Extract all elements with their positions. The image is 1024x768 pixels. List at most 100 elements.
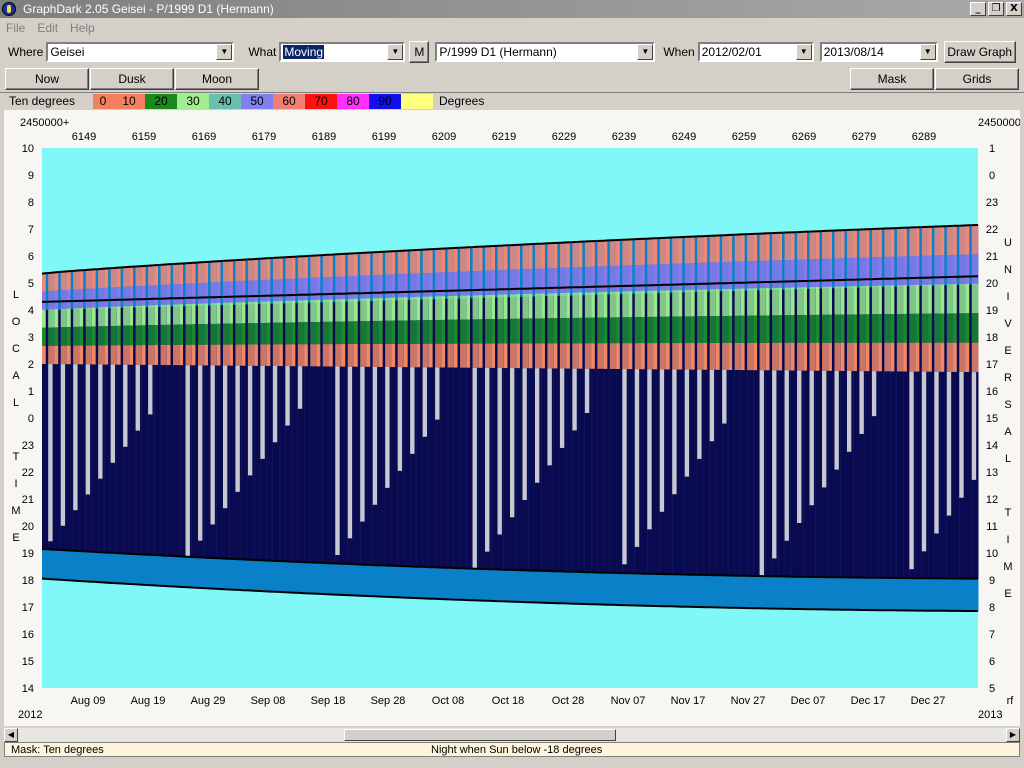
restore-button[interactable]: ❐ bbox=[988, 2, 1004, 16]
chevron-down-icon[interactable]: ▼ bbox=[216, 44, 233, 60]
horizontal-scrollbar[interactable]: ◀ ▶ bbox=[4, 728, 1020, 742]
altitude-segment bbox=[510, 269, 517, 295]
altitude-segment bbox=[609, 343, 617, 369]
altitude-segment bbox=[641, 343, 645, 370]
altitude-segment bbox=[603, 291, 608, 318]
altitude-segment bbox=[335, 254, 343, 277]
darkness-graph[interactable]: 2450000+2450000+614961596169617961896199… bbox=[4, 110, 1024, 726]
altitude-segment bbox=[422, 320, 430, 344]
scroll-left-icon[interactable]: ◀ bbox=[4, 728, 18, 742]
altitude-segment bbox=[784, 315, 792, 343]
altitude-segment bbox=[79, 270, 84, 290]
scroll-thumb[interactable] bbox=[344, 729, 616, 741]
scroll-right-icon[interactable]: ▶ bbox=[1006, 728, 1020, 742]
altitude-segment bbox=[909, 342, 917, 372]
start-date-select[interactable]: 2012/02/01 ▼ bbox=[697, 42, 814, 62]
altitude-segment bbox=[485, 246, 492, 271]
altitude-segment bbox=[285, 322, 293, 345]
altitude-segment bbox=[141, 345, 146, 365]
altitude-segment bbox=[666, 263, 670, 291]
altitude-segment bbox=[154, 305, 159, 326]
altitude-segment bbox=[148, 285, 155, 306]
end-date-select[interactable]: 2013/08/14 ▼ bbox=[819, 42, 938, 62]
graph-panel[interactable]: 2450000+2450000+614961596169617961896199… bbox=[4, 110, 1024, 726]
altitude-segment bbox=[297, 344, 305, 367]
altitude-segment bbox=[416, 296, 421, 321]
altitude-segment bbox=[116, 306, 121, 326]
where-select[interactable]: Geisei ▼ bbox=[46, 42, 235, 62]
altitude-segment bbox=[123, 267, 130, 287]
altitude-segment bbox=[235, 302, 243, 324]
chevron-down-icon[interactable]: ▼ bbox=[387, 44, 404, 60]
menu-edit[interactable]: Edit bbox=[31, 21, 64, 35]
altitude-segment bbox=[690, 263, 695, 290]
moon-button[interactable]: Moon bbox=[175, 68, 259, 90]
altitude-segment bbox=[840, 286, 845, 315]
altitude-segment bbox=[778, 232, 783, 261]
m-button[interactable]: M bbox=[409, 41, 430, 63]
altitude-segment bbox=[54, 290, 59, 310]
now-button[interactable]: Now bbox=[5, 68, 89, 90]
altitude-segment bbox=[690, 316, 695, 344]
what-select[interactable]: Moving ▼ bbox=[279, 42, 406, 62]
dusk-button[interactable]: Dusk bbox=[90, 68, 174, 90]
altitude-segment bbox=[247, 301, 255, 324]
altitude-segment bbox=[684, 236, 692, 264]
altitude-segment bbox=[522, 269, 530, 294]
date-tick-label: Oct 28 bbox=[552, 695, 584, 707]
minimize-button[interactable]: _ bbox=[970, 2, 986, 16]
chevron-down-icon[interactable]: ▼ bbox=[637, 44, 654, 60]
when-label: When bbox=[663, 45, 695, 59]
altitude-segment bbox=[859, 229, 867, 258]
legend-swatch: 60 bbox=[273, 93, 305, 109]
altitude-segment bbox=[903, 256, 907, 286]
chevron-down-icon[interactable]: ▼ bbox=[919, 44, 936, 60]
altitude-segment bbox=[878, 314, 882, 343]
altitude-segment bbox=[316, 277, 321, 300]
altitude-segment bbox=[428, 249, 433, 273]
altitude-segment bbox=[828, 342, 832, 371]
altitude-segment bbox=[191, 262, 196, 284]
altitude-segment bbox=[965, 283, 970, 314]
grids-button[interactable]: Grids bbox=[935, 68, 1019, 90]
right-tick-label: 5 bbox=[989, 683, 995, 695]
altitude-segment bbox=[42, 291, 46, 310]
altitude-segment bbox=[472, 343, 480, 368]
altitude-segment bbox=[129, 266, 134, 287]
altitude-segment bbox=[491, 270, 496, 295]
close-button[interactable]: X bbox=[1006, 2, 1022, 16]
altitude-segment bbox=[628, 265, 633, 292]
object-select[interactable]: P/1999 D1 (Hermann) ▼ bbox=[435, 42, 656, 62]
menu-file[interactable]: File bbox=[0, 21, 31, 35]
menu-help[interactable]: Help bbox=[64, 21, 101, 35]
left-axis-letter: M bbox=[11, 505, 20, 517]
altitude-segment bbox=[584, 241, 592, 267]
altitude-segment bbox=[703, 316, 708, 343]
altitude-segment bbox=[734, 261, 742, 289]
altitude-segment bbox=[946, 313, 954, 343]
altitude-segment bbox=[522, 244, 530, 270]
altitude-segment bbox=[609, 317, 617, 344]
altitude-segment bbox=[541, 293, 545, 319]
date-tick-label: Oct 08 bbox=[432, 695, 464, 707]
altitude-segment bbox=[485, 294, 492, 320]
right-tick-label: 8 bbox=[989, 602, 995, 614]
window-title: GraphDark 2.05 Geisei - P/1999 D1 (Herma… bbox=[23, 2, 274, 16]
altitude-segment bbox=[254, 344, 258, 366]
altitude-segment bbox=[279, 344, 283, 367]
draw-graph-button[interactable]: Draw Graph bbox=[943, 41, 1016, 63]
altitude-segment bbox=[285, 278, 293, 301]
altitude-segment bbox=[840, 230, 845, 259]
altitude-segment bbox=[865, 257, 870, 286]
altitude-segment bbox=[241, 344, 246, 366]
altitude-segment bbox=[485, 343, 492, 368]
altitude-segment bbox=[216, 344, 221, 366]
altitude-segment bbox=[822, 230, 829, 259]
altitude-segment bbox=[435, 343, 442, 368]
mask-button[interactable]: Mask bbox=[850, 68, 934, 90]
altitude-segment bbox=[204, 262, 208, 283]
chevron-down-icon[interactable]: ▼ bbox=[795, 44, 812, 60]
altitude-segment bbox=[135, 286, 143, 306]
altitude-segment bbox=[179, 344, 184, 366]
altitude-segment bbox=[784, 287, 792, 316]
